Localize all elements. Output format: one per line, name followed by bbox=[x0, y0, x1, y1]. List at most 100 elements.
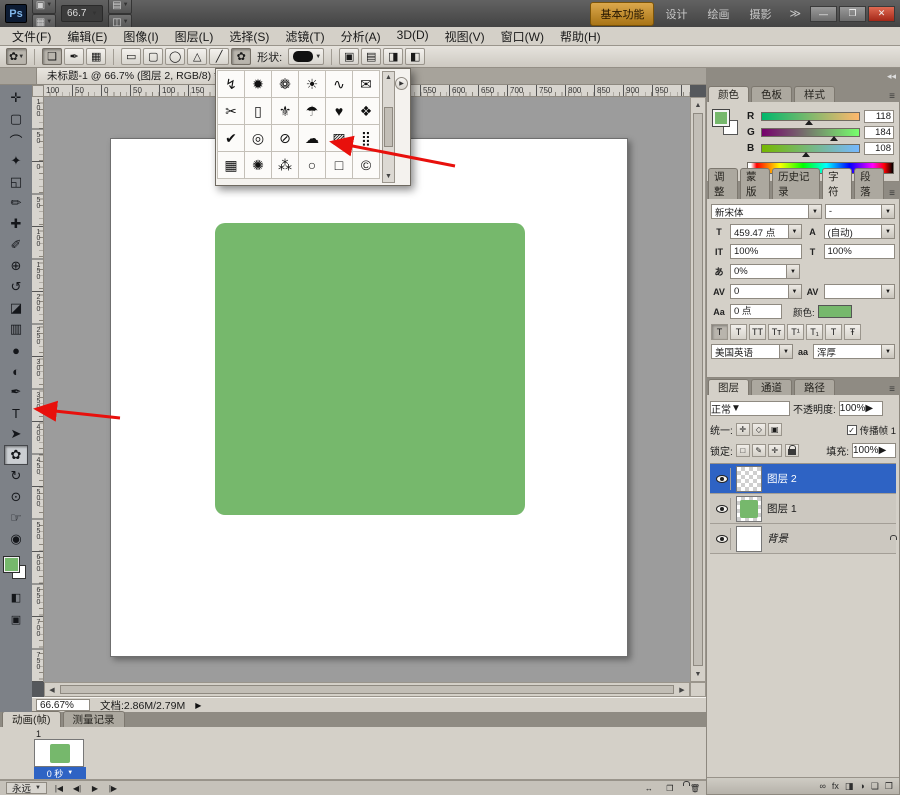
menu-item[interactable]: 窗口(W) bbox=[493, 26, 552, 47]
frame-delay-select[interactable]: 0 秒▼ bbox=[34, 767, 86, 779]
shape-diagonal-stripes[interactable]: ▨ bbox=[325, 124, 353, 152]
shape-heart[interactable]: ♥ bbox=[325, 97, 353, 125]
prev-frame-button[interactable]: ◀| bbox=[69, 782, 85, 794]
shape-blank[interactable]: ▯ bbox=[244, 97, 272, 125]
brush-tool[interactable]: ✐ bbox=[4, 235, 28, 255]
tab-animation[interactable]: 动画(帧) bbox=[2, 711, 61, 727]
ellipse-tool-icon[interactable]: ◯ bbox=[165, 48, 185, 65]
underline-button[interactable]: T bbox=[825, 324, 842, 340]
line-tool-icon[interactable]: ╱ bbox=[209, 48, 229, 65]
layer-row-2[interactable]: 图层 2 bbox=[710, 464, 896, 494]
horizontal-scrollbar[interactable]: ◀ ▶ bbox=[44, 682, 690, 697]
hand-tool[interactable]: ☞ bbox=[4, 508, 28, 528]
tab-history[interactable]: 历史记录 bbox=[772, 168, 820, 199]
unify-style-icon[interactable]: ▣ bbox=[768, 423, 782, 436]
quick-mask-icon[interactable]: ◧ bbox=[4, 587, 28, 607]
shape-halftone-dots[interactable]: ⣿ bbox=[352, 124, 380, 152]
tab-paragraph[interactable]: 段落 bbox=[854, 168, 884, 199]
adjustment-layer-icon[interactable]: ◑ bbox=[859, 781, 864, 791]
menu-item[interactable]: 文件(F) bbox=[4, 26, 59, 47]
text-color-swatch[interactable] bbox=[818, 305, 852, 318]
tsume-select[interactable]: 0%▼ bbox=[730, 264, 800, 279]
loop-count-select[interactable]: 永远▼ bbox=[6, 782, 47, 794]
menu-item[interactable]: 选择(S) bbox=[221, 26, 277, 47]
visibility-toggle[interactable] bbox=[713, 498, 731, 520]
shape-grid[interactable]: ▦ bbox=[217, 151, 245, 179]
strikethrough-button[interactable]: Ŧ bbox=[844, 324, 861, 340]
crop-tool[interactable]: ◱ bbox=[4, 172, 28, 192]
eyedropper-tool[interactable]: ✏ bbox=[4, 193, 28, 213]
font-size-select[interactable]: 459.47 点▼ bbox=[730, 224, 802, 239]
panel-color-swatches[interactable] bbox=[713, 110, 743, 144]
workspace-basic[interactable]: 基本功能 bbox=[590, 2, 654, 26]
shape-burst[interactable]: ✺ bbox=[244, 151, 272, 179]
3d-rotate-tool[interactable]: ↻ bbox=[4, 466, 28, 486]
shape-sun[interactable]: ☀ bbox=[298, 70, 326, 98]
shape-thought-bubble[interactable]: ☁ bbox=[298, 124, 326, 152]
scroll-left-icon[interactable]: ◀ bbox=[45, 686, 59, 694]
horizontal-scale-field[interactable]: 100% bbox=[824, 244, 896, 259]
lasso-tool[interactable]: ⌒ bbox=[4, 130, 28, 150]
clone-stamp-tool[interactable]: ⊕ bbox=[4, 256, 28, 276]
lock-transparency-icon[interactable]: □ bbox=[736, 444, 750, 457]
red-slider[interactable] bbox=[761, 112, 860, 121]
history-brush-tool[interactable]: ↺ bbox=[4, 277, 28, 297]
workspace-overflow-icon[interactable]: ≫ bbox=[789, 7, 801, 20]
tab-color[interactable]: 颜色 bbox=[708, 86, 749, 102]
color-swatches[interactable] bbox=[3, 556, 29, 582]
lock-position-icon[interactable]: ✛ bbox=[768, 444, 782, 457]
exclude-icon[interactable]: ◧ bbox=[405, 48, 425, 65]
shape-preview-dropdown[interactable]: ▼ bbox=[288, 48, 324, 65]
scroll-right-icon[interactable]: ▶ bbox=[675, 686, 689, 694]
pen-tool[interactable]: ✒ bbox=[4, 382, 28, 402]
paths-mode-icon[interactable]: ✒ bbox=[64, 48, 84, 65]
new-layer-icon[interactable]: ❐ bbox=[885, 781, 893, 792]
restore-button[interactable]: ❐ bbox=[839, 6, 866, 22]
intersect-icon[interactable]: ◨ bbox=[383, 48, 403, 65]
menu-item[interactable]: 滤镜(T) bbox=[277, 26, 332, 47]
workspace-paint[interactable]: 绘画 bbox=[698, 3, 738, 25]
scrollbar-thumb[interactable] bbox=[384, 107, 393, 147]
tab-swatches[interactable]: 色板 bbox=[751, 86, 792, 102]
shape-no-symbol[interactable]: ⊘ bbox=[271, 124, 299, 152]
menu-item[interactable]: 视图(V) bbox=[437, 26, 493, 47]
scroll-up-icon[interactable]: ▲ bbox=[695, 98, 702, 112]
scroll-down-icon[interactable]: ▼ bbox=[695, 667, 702, 681]
blend-mode-select[interactable]: 正常▼ bbox=[710, 401, 790, 416]
add-subtract-icon[interactable]: ▤ bbox=[361, 48, 381, 65]
shape-paw-prints[interactable]: ⁂ bbox=[271, 151, 299, 179]
rounded-rect-tool-icon[interactable]: ▢ bbox=[143, 48, 163, 65]
leading-select[interactable]: (自动)▼ bbox=[824, 224, 896, 239]
shape-picker-scrollbar[interactable]: ▲ ▼ bbox=[382, 71, 395, 183]
link-layers-icon[interactable]: ∞ bbox=[819, 781, 825, 791]
panel-menu-icon[interactable]: ≡ bbox=[886, 188, 898, 199]
new-group-icon[interactable]: ❏ bbox=[871, 781, 879, 792]
tool-preset-icon[interactable]: ✿▼ bbox=[6, 48, 27, 65]
shape-ornament[interactable]: ❖ bbox=[352, 97, 380, 125]
picker-flyout-button[interactable]: ▶ bbox=[395, 77, 408, 90]
shape-wave[interactable]: ∿ bbox=[325, 70, 353, 98]
close-button[interactable]: ✕ bbox=[868, 6, 895, 22]
unify-visibility-icon[interactable]: ◇ bbox=[752, 423, 766, 436]
path-select-tool[interactable]: ➤ bbox=[4, 424, 28, 444]
layer-mask-icon[interactable]: ◨ bbox=[845, 781, 854, 792]
animation-frame-thumbnail[interactable] bbox=[34, 739, 84, 767]
collapse-dock-button[interactable]: ◂◂ bbox=[887, 71, 896, 82]
marquee-tool[interactable]: ▢ bbox=[4, 109, 28, 129]
first-frame-button[interactable]: |◀ bbox=[51, 782, 67, 794]
superscript-button[interactable]: T¹ bbox=[787, 324, 804, 340]
lock-all-icon[interactable] bbox=[785, 444, 799, 457]
tab-masks[interactable]: 蒙版 bbox=[740, 168, 770, 199]
zoom-tool[interactable]: ◉ bbox=[4, 529, 28, 549]
blue-slider[interactable] bbox=[761, 144, 860, 153]
document-canvas[interactable] bbox=[110, 138, 628, 657]
subscript-button[interactable]: T₁ bbox=[806, 324, 823, 340]
delete-frame-icon[interactable]: 🗑 bbox=[682, 782, 700, 794]
shape-copyright[interactable]: © bbox=[352, 151, 380, 179]
layer-style-icon[interactable]: fx bbox=[832, 781, 839, 791]
shape-scissors[interactable]: ✂ bbox=[217, 97, 245, 125]
tab-character[interactable]: 字符 bbox=[822, 168, 852, 199]
fill-pixels-mode-icon[interactable]: ▦ bbox=[86, 48, 106, 65]
shape-circle[interactable]: ○ bbox=[298, 151, 326, 179]
type-tool[interactable]: T bbox=[4, 403, 28, 423]
